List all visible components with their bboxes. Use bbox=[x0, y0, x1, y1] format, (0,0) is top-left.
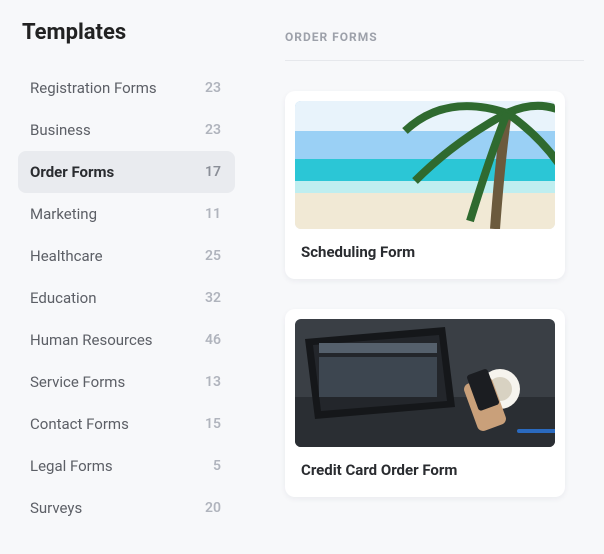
sidebar-item-registration-forms[interactable]: Registration Forms 23 bbox=[18, 67, 235, 109]
card-list: Scheduling Form Credit Card Order Form bbox=[285, 91, 584, 497]
sidebar-item-count: 13 bbox=[205, 374, 221, 390]
sidebar-item-count: 11 bbox=[205, 206, 221, 222]
sidebar-item-label: Surveys bbox=[30, 499, 82, 517]
template-card-title: Credit Card Order Form bbox=[295, 461, 555, 479]
template-card-image bbox=[295, 319, 555, 447]
sidebar-item-count: 32 bbox=[205, 290, 221, 306]
sidebar-item-label: Education bbox=[30, 289, 97, 307]
sidebar-item-count: 20 bbox=[205, 500, 221, 516]
sidebar-item-count: 25 bbox=[205, 248, 221, 264]
main-panel: ORDER FORMS Scheduling Form Credit Card … bbox=[245, 0, 604, 554]
sidebar-item-label: Order Forms bbox=[30, 163, 114, 181]
sidebar: Templates Registration Forms 23 Business 23… bbox=[0, 0, 245, 554]
sidebar-item-count: 17 bbox=[205, 164, 221, 180]
sidebar-item-surveys[interactable]: Surveys 20 bbox=[18, 487, 235, 529]
sidebar-item-label: Human Resources bbox=[30, 331, 153, 349]
sidebar-item-order-forms[interactable]: Order Forms 17 bbox=[18, 151, 235, 193]
sidebar-item-count: 46 bbox=[205, 332, 221, 348]
sidebar-item-count: 15 bbox=[205, 416, 221, 432]
template-card-title: Scheduling Form bbox=[295, 243, 555, 261]
sidebar-item-label: Contact Forms bbox=[30, 415, 129, 433]
section-header: ORDER FORMS bbox=[285, 30, 584, 61]
sidebar-item-healthcare[interactable]: Healthcare 25 bbox=[18, 235, 235, 277]
sidebar-item-label: Marketing bbox=[30, 205, 97, 223]
sidebar-item-label: Healthcare bbox=[30, 247, 103, 265]
sidebar-item-service-forms[interactable]: Service Forms 13 bbox=[18, 361, 235, 403]
sidebar-title: Templates bbox=[18, 20, 235, 45]
sidebar-item-label: Business bbox=[30, 121, 91, 139]
sidebar-item-label: Registration Forms bbox=[30, 79, 157, 97]
sidebar-item-count: 23 bbox=[205, 122, 221, 138]
sidebar-item-count: 5 bbox=[213, 458, 221, 474]
sidebar-item-business[interactable]: Business 23 bbox=[18, 109, 235, 151]
sidebar-item-count: 23 bbox=[205, 80, 221, 96]
sidebar-item-legal-forms[interactable]: Legal Forms 5 bbox=[18, 445, 235, 487]
template-card-image bbox=[295, 101, 555, 229]
sidebar-item-human-resources[interactable]: Human Resources 46 bbox=[18, 319, 235, 361]
category-list: Registration Forms 23 Business 23 Order Form… bbox=[18, 67, 235, 529]
sidebar-item-marketing[interactable]: Marketing 11 bbox=[18, 193, 235, 235]
template-card-credit-card-order-form[interactable]: Credit Card Order Form bbox=[285, 309, 565, 497]
template-card-scheduling-form[interactable]: Scheduling Form bbox=[285, 91, 565, 279]
sidebar-item-label: Legal Forms bbox=[30, 457, 113, 475]
sidebar-item-label: Service Forms bbox=[30, 373, 125, 391]
sidebar-item-education[interactable]: Education 32 bbox=[18, 277, 235, 319]
sidebar-item-contact-forms[interactable]: Contact Forms 15 bbox=[18, 403, 235, 445]
